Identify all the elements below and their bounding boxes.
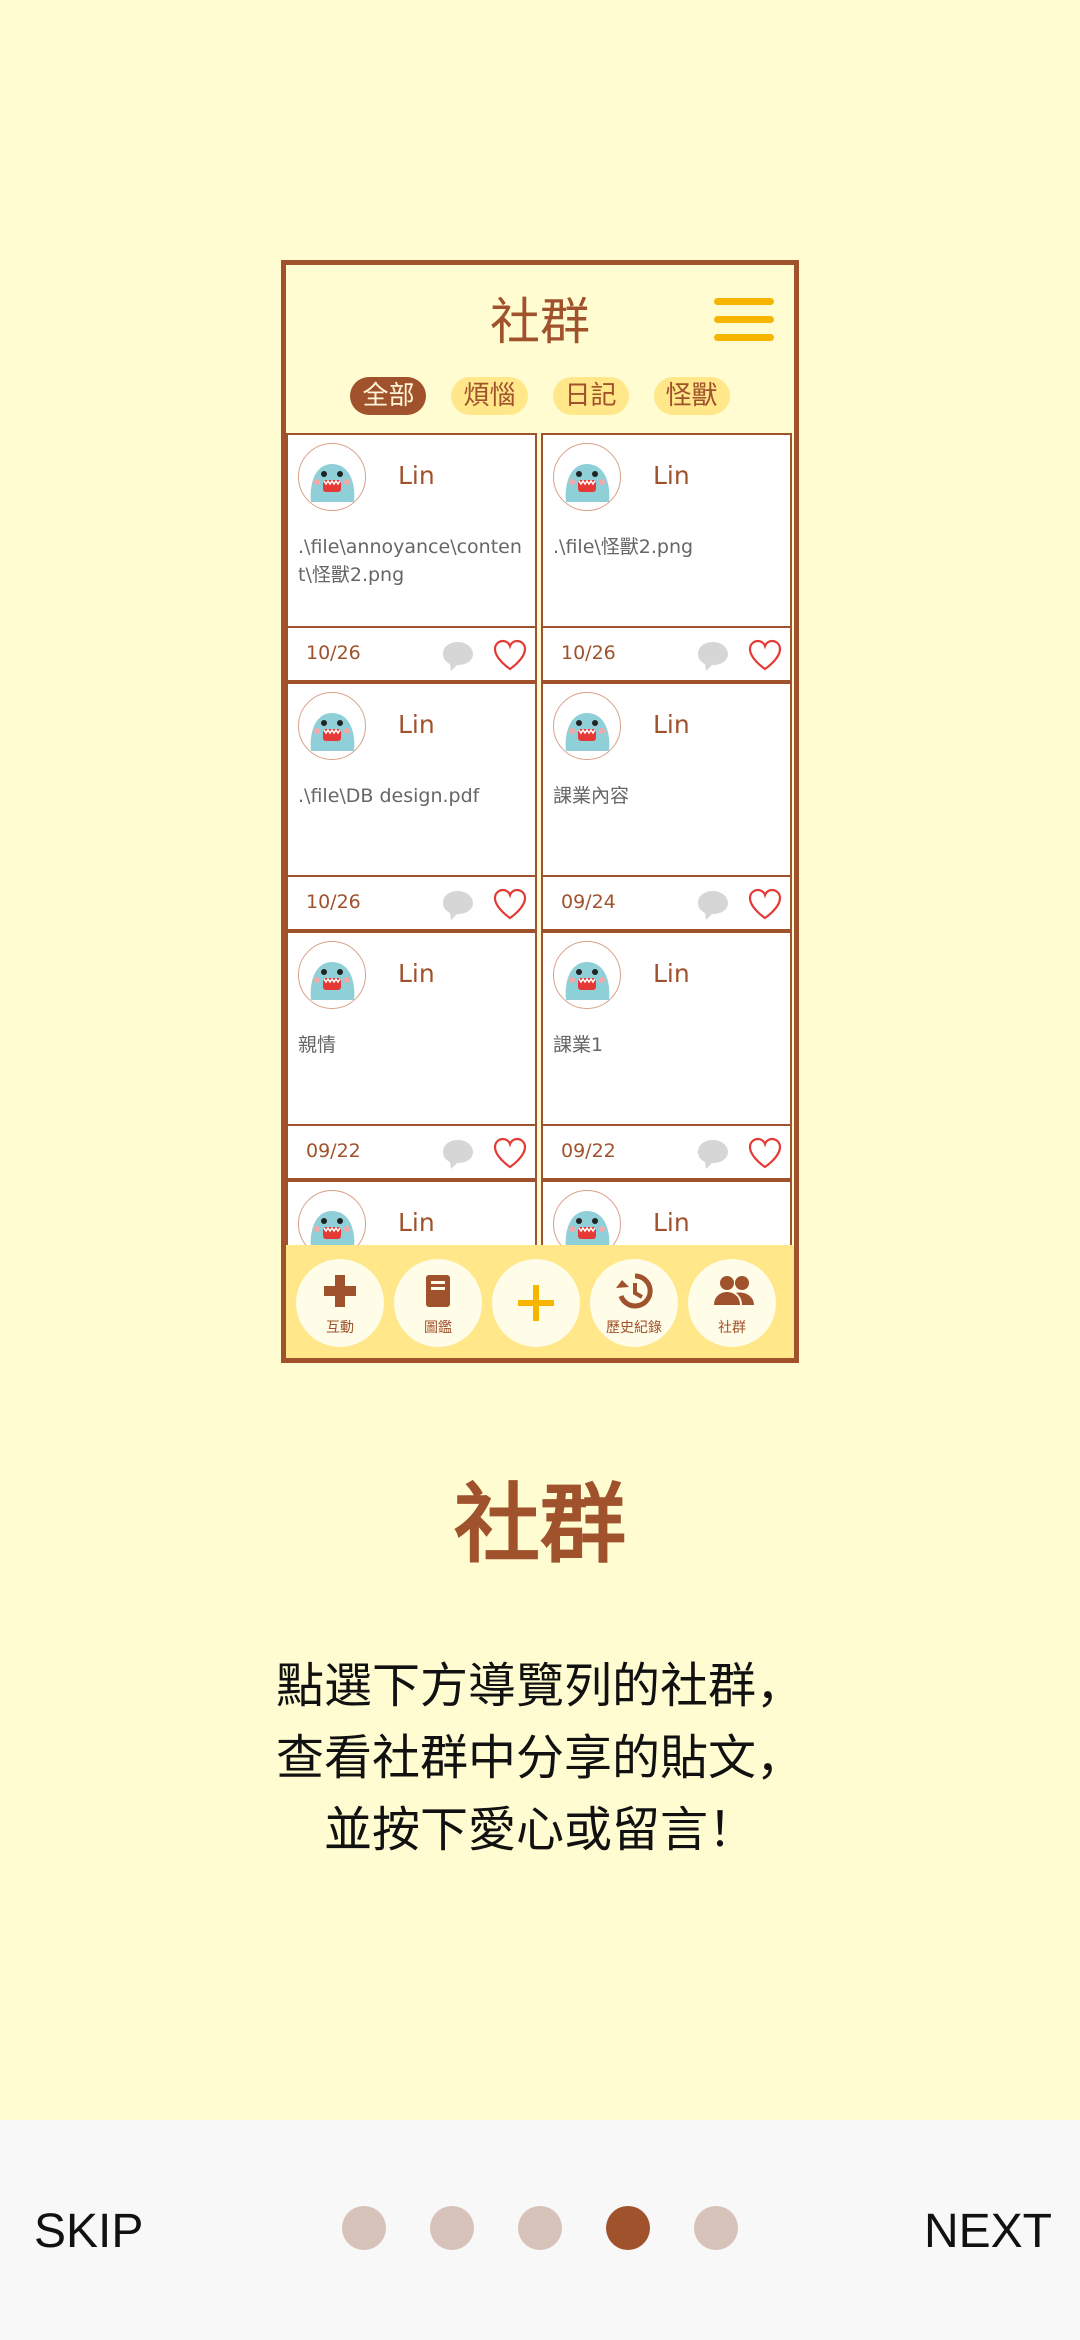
avatar[interactable]	[298, 443, 366, 511]
heart-icon[interactable]	[492, 887, 528, 921]
gamepad-icon	[324, 1275, 356, 1307]
post-date: 09/22	[561, 1140, 616, 1162]
filter-chip-diary[interactable]: 日記	[552, 377, 629, 415]
nav-add-button[interactable]	[492, 1259, 580, 1347]
nav-label: 互動	[326, 1320, 354, 1336]
monster-avatar-icon	[555, 943, 619, 1007]
post-username[interactable]: Lin	[398, 959, 435, 988]
skip-button[interactable]: SKIP	[34, 2204, 143, 2259]
page-dot[interactable]	[694, 2206, 738, 2250]
people-icon	[714, 1276, 754, 1305]
heart-icon[interactable]	[747, 1136, 783, 1170]
post-footer: 10/26	[288, 875, 535, 929]
avatar[interactable]	[553, 692, 621, 760]
nav-label: 歷史紀錄	[606, 1320, 662, 1336]
nav-history-button[interactable]: 歷史紀錄	[590, 1259, 678, 1347]
post-username[interactable]: Lin	[398, 1208, 435, 1237]
nav-interact-button[interactable]: 互動	[296, 1259, 384, 1347]
post-date: 10/26	[306, 891, 361, 913]
description: 點選下方導覽列的社群， 查看社群中分享的貼文， 並按下愛心或留言！	[0, 1650, 1080, 1866]
page-dot-active[interactable]	[606, 2206, 650, 2250]
heart-icon[interactable]	[492, 1136, 528, 1170]
post-content[interactable]: .\file\annoyance\content\怪獸2.png	[298, 533, 529, 589]
post-card[interactable]: Lin .\file\怪獸2.png 10/26	[541, 433, 792, 682]
comment-icon[interactable]	[695, 1136, 731, 1172]
post-footer: 09/24	[543, 875, 790, 929]
avatar[interactable]	[298, 692, 366, 760]
post-content[interactable]: .\file\DB design.pdf	[298, 782, 529, 810]
comment-icon[interactable]	[440, 1136, 476, 1172]
heart-icon[interactable]	[747, 638, 783, 672]
menu-icon[interactable]	[714, 298, 774, 342]
plus-icon	[518, 1285, 554, 1321]
post-date: 10/26	[306, 642, 361, 664]
comment-icon[interactable]	[695, 638, 731, 674]
page-dot[interactable]	[342, 2206, 386, 2250]
post-content[interactable]: .\file\怪獸2.png	[553, 533, 784, 561]
nav-catalog-button[interactable]: 圖鑑	[394, 1259, 482, 1347]
monster-avatar-icon	[300, 694, 364, 758]
page-title: 社群	[454, 1475, 626, 1575]
comment-icon[interactable]	[440, 638, 476, 674]
post-date: 09/22	[306, 1140, 361, 1162]
filter-chips: 全部 煩惱 日記 怪獸	[286, 377, 794, 417]
post-date: 09/24	[561, 891, 616, 913]
page-dot[interactable]	[430, 2206, 474, 2250]
post-footer: 09/22	[543, 1124, 790, 1178]
book-icon	[426, 1275, 450, 1307]
post-username[interactable]: Lin	[653, 710, 690, 739]
avatar[interactable]	[553, 941, 621, 1009]
next-button[interactable]: NEXT	[924, 2204, 1052, 2259]
comment-icon[interactable]	[440, 887, 476, 923]
nav-community-button[interactable]: 社群	[688, 1259, 776, 1347]
monster-avatar-icon	[300, 943, 364, 1007]
post-username[interactable]: Lin	[653, 1208, 690, 1237]
description-line: 查看社群中分享的貼文，	[275, 1730, 804, 1786]
heart-icon[interactable]	[492, 638, 528, 672]
filter-chip-monster[interactable]: 怪獸	[653, 377, 730, 415]
post-card[interactable]: Lin .\file\DB design.pdf 10/26	[286, 682, 537, 931]
post-date: 10/26	[561, 642, 616, 664]
description-line: 點選下方導覽列的社群，	[275, 1658, 804, 1714]
post-footer: 10/26	[543, 626, 790, 680]
comment-icon[interactable]	[695, 887, 731, 923]
description-line: 並按下愛心或留言！	[323, 1802, 756, 1858]
monster-avatar-icon	[300, 445, 364, 509]
post-content[interactable]: 親情	[298, 1031, 529, 1059]
post-card[interactable]: Lin 課業內容 09/24	[541, 682, 792, 931]
post-username[interactable]: Lin	[398, 461, 435, 490]
post-card[interactable]: Lin 親情 09/22	[286, 931, 537, 1180]
nav-label: 社群	[718, 1320, 746, 1336]
post-content[interactable]: 課業1	[553, 1031, 784, 1059]
history-icon	[616, 1273, 653, 1309]
post-username[interactable]: Lin	[653, 461, 690, 490]
nav-label: 圖鑑	[424, 1320, 452, 1336]
post-content[interactable]: 課業內容	[553, 782, 784, 810]
filter-chip-worries[interactable]: 煩惱	[451, 377, 528, 415]
mock-header: 社群 全部 煩惱 日記 怪獸	[286, 265, 794, 435]
filter-chip-all[interactable]: 全部	[350, 377, 427, 415]
page-dot[interactable]	[518, 2206, 562, 2250]
monster-avatar-icon	[555, 694, 619, 758]
post-username[interactable]: Lin	[398, 710, 435, 739]
monster-avatar-icon	[555, 445, 619, 509]
post-username[interactable]: Lin	[653, 959, 690, 988]
heart-icon[interactable]	[747, 887, 783, 921]
avatar[interactable]	[553, 443, 621, 511]
bottom-nav: 互動 圖鑑 歷史紀錄 社群	[286, 1245, 794, 1358]
post-grid: Lin .\file\annoyance\content\怪獸2.png 10/…	[286, 433, 794, 1358]
post-footer: 10/26	[288, 626, 535, 680]
phone-mockup: 社群 全部 煩惱 日記 怪獸 Lin .\file\annoyance\cont…	[281, 260, 799, 1363]
post-card[interactable]: Lin .\file\annoyance\content\怪獸2.png 10/…	[286, 433, 537, 682]
onboarding-footer: SKIP NEXT	[0, 2120, 1080, 2340]
post-card[interactable]: Lin 課業1 09/22	[541, 931, 792, 1180]
avatar[interactable]	[298, 941, 366, 1009]
post-footer: 09/22	[288, 1124, 535, 1178]
